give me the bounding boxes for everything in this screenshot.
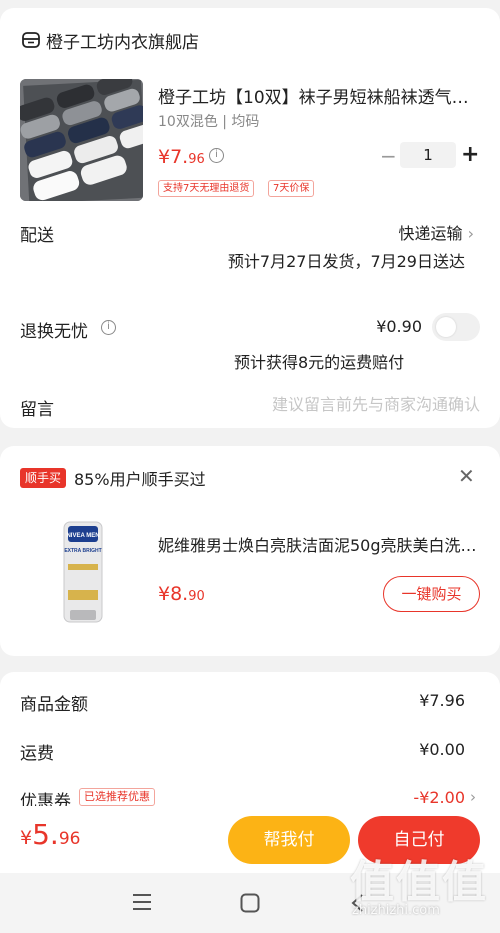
coupon-tag: 已选推荐优惠 [79, 788, 155, 806]
info-icon[interactable]: i [209, 148, 224, 163]
recommend-product-image[interactable]: NIVEA MEN EXTRA BRIGHT [60, 520, 106, 626]
nivea-logo-text: NIVEA MEN [66, 533, 99, 539]
rec-price-int: 8. [170, 583, 189, 605]
recommend-card: 顺手买 85%用户顺手买过 ✕ NIVEA MEN EXTRA BRIGHT 妮… [0, 446, 500, 656]
price-protect-tag: 7天价保 [268, 180, 315, 197]
chevron-right-icon[interactable]: › [470, 788, 476, 806]
quantity-decrease-button[interactable]: − [380, 144, 397, 168]
returns-price: ¥0.90 [376, 317, 422, 336]
shipping-fee-value: ¥0.00 [419, 740, 465, 759]
recommend-title[interactable]: 妮维雅男士焕白亮肤洁面泥50g亮肤美白洗… [158, 532, 480, 556]
shipping-fee-label: 运费 [20, 744, 54, 764]
help-pay-button[interactable]: 帮我付 [228, 816, 350, 864]
total-price: ¥5.96 [20, 818, 80, 851]
recommend-headline: 85%用户顺手买过 [74, 470, 206, 489]
recommend-badge: 顺手买 [20, 468, 67, 488]
one-click-buy-button[interactable]: 一键购买 [383, 576, 480, 612]
store-name[interactable]: 橙子工坊内衣旗舰店 [46, 28, 199, 53]
watermark-logo: 值值值 [350, 857, 488, 908]
watermark-url: zhizhizhi.com [352, 903, 440, 918]
total-symbol: ¥ [20, 827, 33, 849]
product-image[interactable] [20, 79, 143, 201]
rec-price-dec: 90 [188, 589, 205, 604]
toggle-knob [436, 317, 456, 337]
returns-label: 退换无忧 [20, 322, 88, 342]
rec-price-symbol: ¥ [158, 583, 171, 605]
price-int: 7. [170, 146, 189, 168]
quantity-increase-button[interactable]: + [461, 142, 479, 167]
returns-info-icon[interactable]: i [101, 320, 116, 335]
message-label: 留言 [20, 400, 54, 420]
delivery-method[interactable]: 快递运输 › [398, 220, 474, 244]
store-icon [22, 32, 40, 48]
coupon-value[interactable]: -¥2.00 [413, 788, 465, 807]
menu-icon[interactable] [132, 893, 152, 911]
price-symbol: ¥ [158, 146, 171, 168]
total-dec: 96 [58, 829, 81, 849]
home-icon[interactable] [240, 893, 260, 913]
delivery-eta: 预计7月27日发货，7月29日送达 [227, 252, 465, 271]
return-policy-tag: 支持7天无理由退货 [158, 180, 255, 197]
order-card: 橙子工坊内衣旗舰店 橙子工坊【10双】袜子男短袜船袜透气… 10双混色 | 均码… [0, 8, 500, 428]
returns-note: 预计获得8元的运费赔付 [234, 353, 405, 372]
total-int: 5. [32, 818, 59, 851]
recommend-price: ¥8.90 [158, 583, 205, 605]
delivery-method-text: 快递运输 [398, 224, 463, 243]
product-price: ¥7.96 [158, 146, 205, 168]
goods-amount-value: ¥7.96 [419, 691, 465, 710]
delivery-label: 配送 [20, 226, 54, 246]
quantity-stepper[interactable]: 1 [400, 142, 456, 168]
goods-amount-label: 商品金额 [20, 695, 88, 715]
price-dec: 96 [188, 152, 205, 167]
chevron-right-icon: › [467, 224, 474, 243]
close-icon[interactable]: ✕ [458, 464, 475, 488]
product-title[interactable]: 橙子工坊【10双】袜子男短袜船袜透气… [158, 83, 478, 108]
message-input[interactable] [200, 392, 480, 416]
returns-toggle[interactable] [432, 313, 480, 341]
product-spec[interactable]: 10双混色 | 均码 [158, 111, 259, 131]
product-sub-text: EXTRA BRIGHT [64, 548, 101, 554]
